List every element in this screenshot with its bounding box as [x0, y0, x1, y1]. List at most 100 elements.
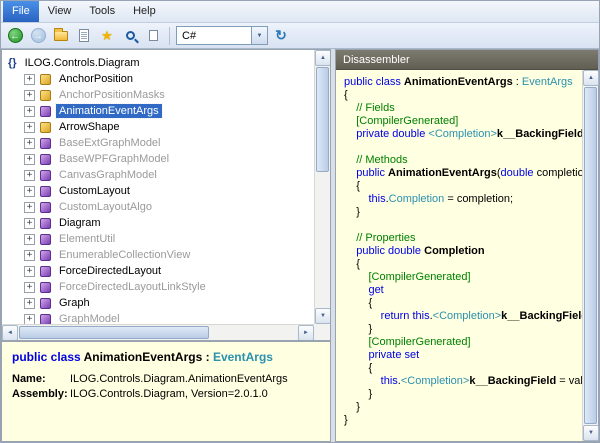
tree-item-ForceDirectedLayout[interactable]: +ForceDirectedLayout [2, 263, 314, 279]
code-line: public class AnimationEventArgs : EventA… [344, 76, 582, 89]
code-line: private double <Completion>k__BackingFie… [344, 128, 582, 141]
tree-item-ArrowShape[interactable]: +ArrowShape [2, 119, 314, 135]
expand-plus-icon[interactable]: + [24, 122, 35, 133]
tree-root-namespace[interactable]: {} ILOG.Controls.Diagram [2, 55, 314, 71]
tree-item-Diagram[interactable]: +Diagram [2, 215, 314, 231]
menu-tools[interactable]: Tools [80, 1, 124, 22]
expand-plus-icon[interactable]: + [24, 218, 35, 229]
detail-row: Assembly:ILOG.Controls.Diagram, Version=… [12, 388, 320, 400]
tree-item-CanvasGraphModel[interactable]: + CanvasGraphModel [2, 167, 314, 183]
class-icon [40, 186, 51, 197]
open-button[interactable] [51, 26, 71, 46]
scroll-down-icon[interactable]: ▼ [315, 308, 331, 324]
code-segment: Completion [389, 193, 445, 205]
code-segment: completion) [534, 167, 582, 179]
tree-item-label: AnchorPosition [56, 72, 136, 86]
expand-plus-icon[interactable]: + [24, 106, 35, 117]
tree-item-label: CanvasGraphModel [56, 168, 160, 182]
expand-plus-icon[interactable]: + [24, 154, 35, 165]
page-icon [79, 29, 89, 42]
tree-hscroll-thumb[interactable] [19, 326, 209, 339]
favorites-button[interactable]: ★ [97, 26, 117, 46]
code-line: } [344, 206, 582, 219]
code-segment: [CompilerGenerated] [344, 271, 471, 283]
left-pane: {} ILOG.Controls.Diagram +AnchorPosition… [1, 49, 331, 442]
tree-item-EnumerableCollectionView[interactable]: +EnumerableCollectionView [2, 247, 314, 263]
new-page-button[interactable] [74, 26, 94, 46]
code-segment: get [344, 284, 384, 296]
code-segment: public class [12, 350, 84, 364]
code-segment: { [344, 89, 348, 101]
code-line: // Properties [344, 232, 582, 245]
code-segment: EventArgs [213, 350, 273, 364]
assembly-tree: {} ILOG.Controls.Diagram +AnchorPosition… [1, 49, 331, 341]
scroll-up-icon[interactable]: ▲ [583, 70, 599, 86]
expand-plus-icon[interactable]: + [24, 90, 35, 101]
tree-item-AnchorPositionMasks[interactable]: +AnchorPositionMasks [2, 87, 314, 103]
menu-help[interactable]: Help [124, 1, 165, 22]
scroll-left-icon[interactable]: ◄ [2, 325, 18, 341]
code-segment: { [344, 297, 372, 309]
code-view[interactable]: public class AnimationEventArgs : EventA… [336, 70, 582, 441]
code-segment: this [344, 375, 398, 387]
expand-plus-icon[interactable]: + [24, 314, 35, 325]
expand-plus-icon[interactable]: + [24, 234, 35, 245]
tree-item-AnimationEventArgs[interactable]: + AnimationEventArgs [2, 103, 314, 119]
expand-plus-icon[interactable]: + [24, 250, 35, 261]
tree-item-ElementUtil[interactable]: +ElementUtil [2, 231, 314, 247]
code-line: { [344, 258, 582, 271]
code-segment: } [344, 401, 360, 413]
language-select[interactable]: C# ▼ [176, 26, 268, 45]
tree-item-label: Graph [56, 296, 93, 310]
enum-icon [40, 122, 51, 133]
class-icon [40, 266, 51, 277]
copy-button[interactable] [143, 26, 163, 46]
code-vertical-scrollbar[interactable]: ▲ ▼ [582, 70, 598, 441]
tree-item-BaseWPFGraphModel[interactable]: +BaseWPFGraphModel [2, 151, 314, 167]
tree-item-CustomLayoutAlgo[interactable]: +CustomLayoutAlgo [2, 199, 314, 215]
tree-item-ForceDirectedLayoutLinkStyle[interactable]: +ForceDirectedLayoutLinkStyle [2, 279, 314, 295]
code-line: this.<Completion>k__BackingField = value… [344, 375, 582, 388]
code-segment: k__BackingField [469, 375, 556, 387]
chevron-down-icon[interactable]: ▼ [251, 27, 267, 44]
class-icon [40, 170, 51, 181]
code-line: } [344, 401, 582, 414]
tree-vscroll-thumb[interactable] [316, 67, 329, 172]
tree-item-label: CustomLayout [56, 184, 133, 198]
tree-item-Graph[interactable]: + Graph [2, 295, 314, 311]
tree-horizontal-scrollbar[interactable]: ◄ ► [2, 324, 314, 340]
code-segment: public class [344, 76, 404, 88]
forward-button[interactable]: → [28, 26, 48, 46]
detail-row: Name:ILOG.Controls.Diagram.AnimationEven… [12, 373, 320, 385]
expand-plus-icon[interactable]: + [24, 266, 35, 277]
tree-item-CustomLayout[interactable]: + CustomLayout [2, 183, 314, 199]
expand-plus-icon[interactable]: + [24, 74, 35, 85]
refresh-icon: ↻ [275, 27, 287, 44]
tree-item-GraphModel[interactable]: +GraphModel [2, 311, 314, 324]
expand-plus-icon[interactable]: + [24, 282, 35, 293]
namespace-icon: {} [8, 57, 17, 69]
code-line: return this.<Completion>k__BackingField; [344, 310, 582, 323]
tree-item-BaseExtGraphModel[interactable]: +BaseExtGraphModel [2, 135, 314, 151]
expand-plus-icon[interactable]: + [24, 170, 35, 181]
tree-vertical-scrollbar[interactable]: ▲ ▼ [314, 50, 330, 324]
expand-plus-icon[interactable]: + [24, 186, 35, 197]
code-line: [CompilerGenerated] [344, 271, 582, 284]
refresh-button[interactable]: ↻ [271, 26, 291, 46]
back-button[interactable]: ← [5, 26, 25, 46]
code-segment: = value; [556, 375, 582, 387]
menu-file[interactable]: File [3, 1, 39, 22]
tree-item-label: AnimationEventArgs [56, 104, 162, 118]
tree-item-AnchorPosition[interactable]: + AnchorPosition [2, 71, 314, 87]
code-vscroll-thumb[interactable] [584, 87, 597, 424]
expand-plus-icon[interactable]: + [24, 298, 35, 309]
menu-view[interactable]: View [39, 1, 81, 22]
expand-plus-icon[interactable]: + [24, 202, 35, 213]
scroll-up-icon[interactable]: ▲ [315, 50, 331, 66]
scroll-right-icon[interactable]: ► [298, 325, 314, 341]
search-button[interactable] [120, 26, 140, 46]
expand-plus-icon[interactable]: + [24, 138, 35, 149]
scroll-down-icon[interactable]: ▼ [583, 425, 599, 441]
code-segment: k__BackingField [497, 128, 582, 140]
code-line [344, 219, 582, 232]
